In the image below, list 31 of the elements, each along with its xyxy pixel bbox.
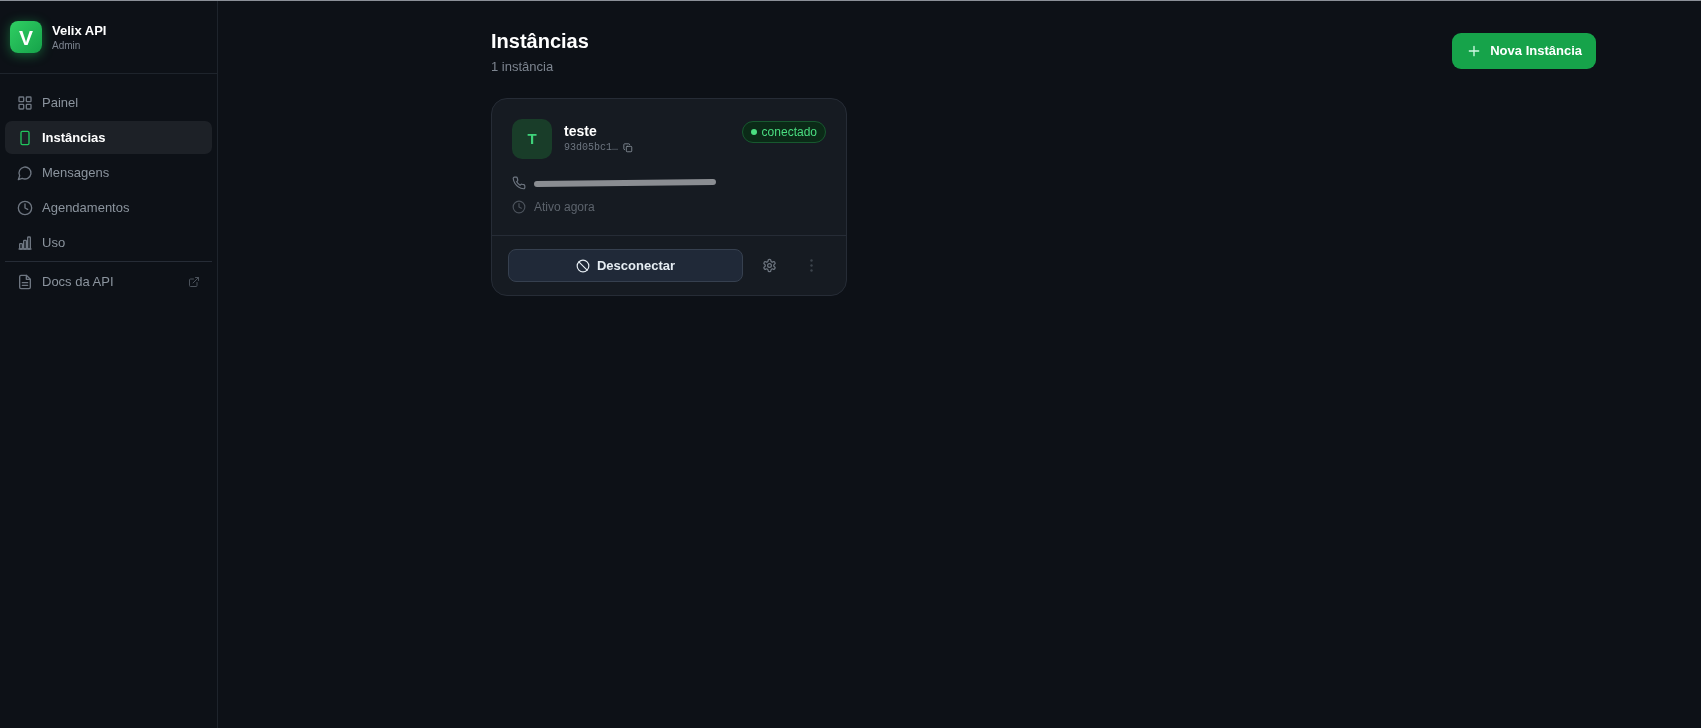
nav-item[interactable]: Instâncias	[5, 121, 212, 154]
gear-icon	[761, 258, 777, 273]
user-role: Admin	[52, 38, 81, 52]
copy-icon	[623, 143, 633, 153]
docs-link[interactable]: Docs da API	[5, 265, 212, 298]
logo-icon: V	[10, 21, 42, 53]
nav-item[interactable]: Painel	[5, 86, 212, 119]
ban-icon	[575, 258, 590, 273]
clock-icon	[17, 199, 33, 216]
disconnect-button[interactable]: Desconectar	[508, 249, 743, 282]
status-dot-icon	[750, 129, 757, 135]
page-title: Instâncias	[491, 29, 589, 54]
instance-count: 1 instância	[491, 59, 554, 75]
document-icon	[17, 273, 33, 290]
nav-item[interactable]: Mensagens	[5, 156, 212, 189]
nav-item[interactable]: Uso	[5, 226, 212, 259]
instance-name: teste	[564, 122, 597, 140]
phone-icon	[512, 176, 526, 190]
clock-icon	[512, 200, 526, 214]
grid-icon	[17, 94, 33, 111]
copy-button[interactable]	[623, 143, 633, 153]
bar-chart-icon	[17, 234, 33, 251]
instance-avatar: T	[512, 119, 552, 159]
new-instance-button[interactable]: Nova Instância	[1452, 33, 1596, 69]
instance-id: 93d05bc1…	[564, 141, 618, 155]
activity-status: Ativo agora	[534, 199, 595, 216]
smartphone-icon	[17, 129, 33, 146]
chat-bubble-icon	[17, 164, 33, 181]
app-title: Velix API	[52, 22, 107, 39]
status-badge: conectado	[741, 121, 826, 143]
nav-item[interactable]: Agendamentos	[5, 191, 212, 224]
